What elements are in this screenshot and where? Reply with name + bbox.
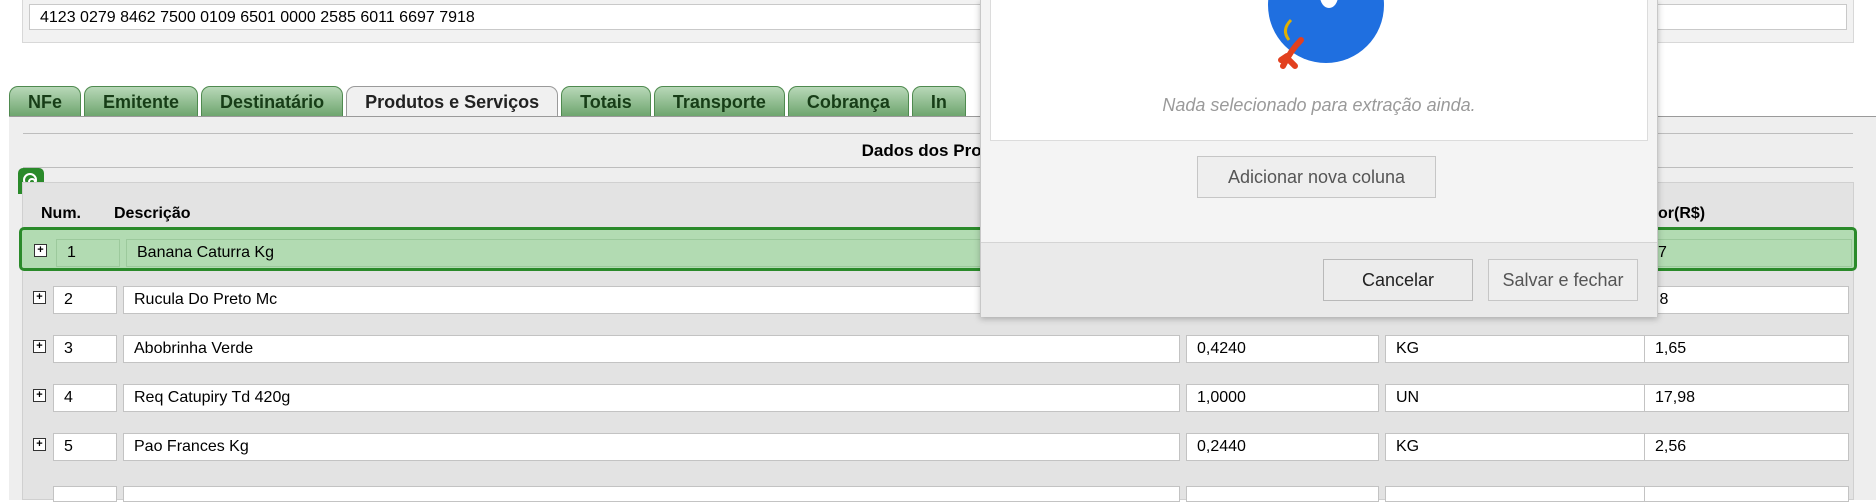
save-and-close-button[interactable]: Salvar e fechar <box>1488 259 1638 301</box>
tab-emitente[interactable]: Emitente <box>84 86 199 116</box>
cell-quantidade: 0,4240 <box>1186 335 1379 363</box>
tab-cobranca[interactable]: Cobrança <box>787 86 909 116</box>
cell-unidade <box>1385 486 1650 502</box>
empty-selection-message: Nada selecionado para extração ainda. <box>1162 95 1476 115</box>
cell-valor: ,8 <box>1644 286 1849 314</box>
table-row[interactable] <box>23 472 1853 502</box>
cell-descricao <box>123 486 1180 502</box>
cell-num: 3 <box>53 335 117 363</box>
dialog-footer: Cancelar Salvar e fechar <box>981 242 1657 317</box>
header-valor: or(R$) <box>1658 205 1706 222</box>
tab-totais[interactable]: Totais <box>561 86 651 116</box>
add-column-button[interactable]: Adicionar nova coluna <box>1197 156 1436 198</box>
table-row[interactable]: + 5 Pao Frances Kg 0,2440 KG 2,56 <box>23 423 1853 467</box>
tab-transporte[interactable]: Transporte <box>653 86 785 116</box>
expand-icon[interactable]: + <box>33 389 46 402</box>
cell-quantidade: 0,2440 <box>1186 433 1379 461</box>
cell-num: 5 <box>53 433 117 461</box>
cell-valor <box>1644 486 1849 502</box>
cell-num: 2 <box>53 286 117 314</box>
cell-quantidade <box>1186 486 1379 502</box>
tab-destinatario[interactable]: Destinatário <box>201 86 344 116</box>
cell-valor: 2,56 <box>1644 433 1849 461</box>
cell-descricao: Abobrinha Verde <box>123 335 1180 363</box>
cell-valor: 1,65 <box>1644 335 1849 363</box>
cell-descricao: Pao Frances Kg <box>123 433 1180 461</box>
expand-icon[interactable]: + <box>33 340 46 353</box>
extraction-dialog: Nada selecionado para extração ainda. Ad… <box>980 0 1658 317</box>
tab-bar: NFe Emitente Destinatário Produtos e Ser… <box>9 86 969 116</box>
expand-icon[interactable]: + <box>33 438 46 451</box>
cell-quantidade: 1,0000 <box>1186 384 1379 412</box>
expand-icon[interactable]: + <box>34 244 47 257</box>
cell-unidade: KG <box>1385 433 1650 461</box>
tab-produtos-servicos[interactable]: Produtos e Serviços <box>346 86 559 116</box>
header-descricao: Descrição <box>114 205 191 222</box>
cell-num: 1 <box>56 239 120 267</box>
cancel-button[interactable]: Cancelar <box>1323 259 1473 301</box>
cell-unidade: UN <box>1385 384 1650 412</box>
cell-valor: 17,98 <box>1644 384 1849 412</box>
cell-num <box>53 486 117 502</box>
cell-valor: 7 <box>1647 239 1852 267</box>
cell-num: 4 <box>53 384 117 412</box>
selection-area: Nada selecionado para extração ainda. <box>990 0 1648 141</box>
table-row[interactable]: + 4 Req Catupiry Td 420g 1,0000 UN 17,98 <box>23 374 1853 418</box>
header-num: Num. <box>41 205 81 222</box>
cell-descricao: Req Catupiry Td 420g <box>123 384 1180 412</box>
tab-nfe[interactable]: NFe <box>9 86 82 116</box>
tab-informacoes[interactable]: In <box>911 86 966 116</box>
expand-icon[interactable]: + <box>33 291 46 304</box>
robot-mascot-icon <box>1268 0 1384 69</box>
cell-unidade: KG <box>1385 335 1650 363</box>
table-row[interactable]: + 3 Abobrinha Verde 0,4240 KG 1,65 <box>23 325 1853 369</box>
